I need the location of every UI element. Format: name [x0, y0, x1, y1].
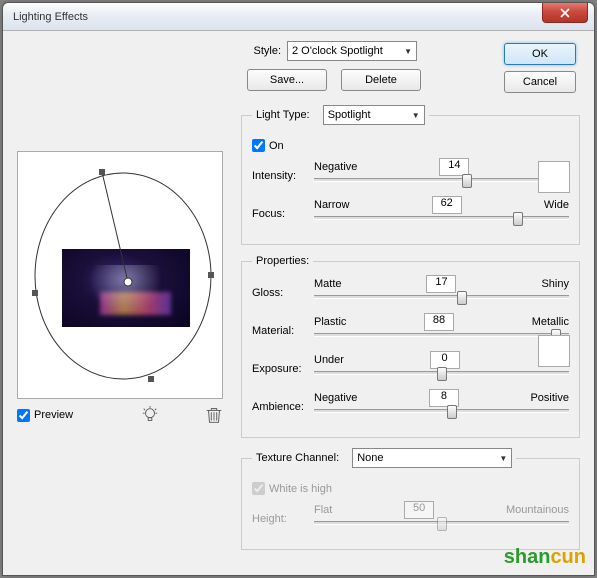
exposure-label: Exposure: — [252, 363, 306, 375]
close-button[interactable] — [542, 3, 588, 23]
preview-check-input[interactable] — [17, 409, 30, 422]
close-icon — [560, 8, 570, 18]
style-label: Style: — [241, 45, 281, 57]
titlebar[interactable]: Lighting Effects — [3, 3, 594, 31]
preview-checkbox[interactable]: Preview — [17, 409, 73, 422]
exposure-left: Under — [314, 354, 344, 366]
light-type-group: Light Type: Spotlight ▼ On Intensity: Ne… — [241, 105, 580, 245]
focus-label: Focus: — [252, 208, 306, 220]
light-type-value: Spotlight — [328, 109, 371, 121]
slider-thumb[interactable] — [447, 405, 457, 419]
preview-label: Preview — [34, 409, 73, 421]
gloss-value[interactable]: 17 — [426, 275, 456, 293]
focus-value[interactable]: 62 — [432, 196, 462, 214]
window-title: Lighting Effects — [13, 11, 88, 23]
ambient-color-swatch[interactable] — [538, 335, 570, 367]
material-value[interactable]: 88 — [424, 313, 454, 331]
intensity-slider[interactable] — [314, 178, 569, 182]
ambience-slider[interactable] — [314, 409, 569, 413]
preview-canvas[interactable] — [17, 151, 223, 399]
slider-thumb[interactable] — [513, 212, 523, 226]
exposure-slider[interactable] — [314, 371, 569, 375]
ok-button[interactable]: OK — [504, 43, 576, 65]
properties-legend: Properties: — [252, 255, 313, 267]
slider-thumb[interactable] — [457, 291, 467, 305]
light-type-legend: Light Type: — [256, 109, 310, 121]
material-label: Material: — [252, 325, 306, 337]
chevron-down-icon: ▼ — [404, 47, 412, 56]
style-value: 2 O'clock Spotlight — [292, 45, 383, 57]
material-slider[interactable] — [314, 333, 569, 337]
properties-group: Properties: Gloss: Matte 17 Shiny Materi… — [241, 255, 580, 438]
cancel-button[interactable]: Cancel — [504, 71, 576, 93]
height-left: Flat — [314, 504, 332, 516]
texture-channel-label: Texture Channel: — [256, 452, 339, 464]
gloss-slider[interactable] — [314, 295, 569, 299]
slider-thumb[interactable] — [462, 174, 472, 188]
gloss-left: Matte — [314, 278, 342, 290]
on-checkbox[interactable] — [252, 139, 265, 152]
chevron-down-icon: ▼ — [499, 454, 507, 463]
slider-thumb — [437, 517, 447, 531]
focus-left: Narrow — [314, 199, 349, 211]
chevron-down-icon: ▼ — [412, 111, 420, 120]
on-label: On — [269, 140, 284, 152]
ambience-left: Negative — [314, 392, 357, 404]
white-high-label: White is high — [269, 483, 332, 495]
trash-icon[interactable] — [205, 405, 223, 425]
texture-group: Texture Channel: None ▼ White is high He… — [241, 448, 580, 550]
watermark: shancun — [504, 546, 586, 569]
light-color-swatch[interactable] — [538, 161, 570, 193]
ambience-right: Positive — [530, 392, 569, 404]
height-label: Height: — [252, 513, 306, 525]
ambience-label: Ambience: — [252, 401, 306, 413]
save-button[interactable]: Save... — [247, 69, 327, 91]
material-right: Metallic — [532, 316, 569, 328]
white-high-checkbox — [252, 482, 265, 495]
light-type-select[interactable]: Spotlight ▼ — [323, 105, 425, 125]
height-right: Mountainous — [506, 504, 569, 516]
material-left: Plastic — [314, 316, 346, 328]
height-slider — [314, 521, 569, 525]
intensity-left: Negative — [314, 161, 357, 173]
dialog: Lighting Effects — [2, 2, 595, 576]
gloss-label: Gloss: — [252, 287, 306, 299]
focus-slider[interactable] — [314, 216, 569, 220]
lightbulb-icon[interactable] — [141, 405, 159, 425]
texture-channel-value: None — [357, 452, 383, 464]
delete-button[interactable]: Delete — [341, 69, 421, 91]
style-select[interactable]: 2 O'clock Spotlight ▼ — [287, 41, 417, 61]
height-value: 50 — [404, 501, 434, 519]
gloss-right: Shiny — [541, 278, 569, 290]
focus-right: Wide — [544, 199, 569, 211]
texture-channel-select[interactable]: None ▼ — [352, 448, 512, 468]
intensity-label: Intensity: — [252, 170, 306, 182]
slider-thumb[interactable] — [437, 367, 447, 381]
